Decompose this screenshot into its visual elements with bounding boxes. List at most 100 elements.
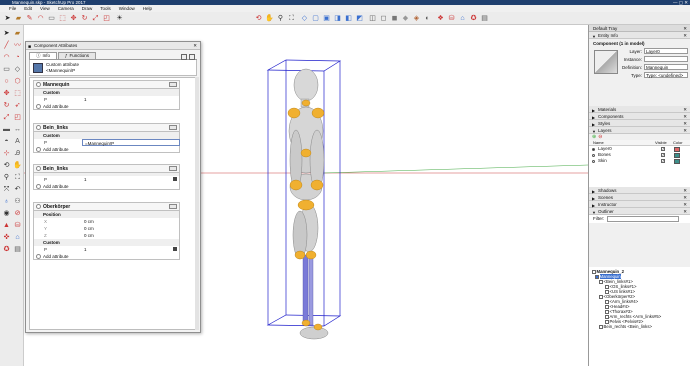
close-icon[interactable]: ✕ (683, 194, 687, 201)
xray-icon[interactable]: ◫ (368, 14, 377, 23)
instructor-header[interactable]: ▶ Instructor ✕ (589, 201, 690, 208)
delete-icon[interactable] (173, 247, 177, 251)
attr-row[interactable]: X 0 cm (33, 218, 180, 225)
pushpull-tool-icon[interactable]: ⬚ (13, 89, 22, 98)
visible-checkbox[interactable]: ✓ (661, 147, 665, 151)
select-arrow-icon[interactable]: ➤ (2, 29, 11, 38)
arc-tool-icon[interactable]: ◠ (2, 53, 11, 62)
outliner-node[interactable]: Bein_rechts <Bein_links> (599, 324, 652, 329)
position-camera-icon[interactable]: ♁ (2, 197, 11, 206)
move-tool-icon[interactable]: ✥ (2, 89, 11, 98)
rotate-icon[interactable]: ↻ (80, 14, 89, 23)
axes-tool-icon[interactable]: ⊹ (2, 149, 11, 158)
attr-value[interactable]: 1 (84, 176, 87, 183)
group-header[interactable]: Mannequin (33, 80, 180, 89)
rotated-rect-tool-icon[interactable]: ◇ (13, 65, 22, 74)
tab-functions[interactable]: ƒ Functions (58, 52, 97, 59)
layer-select[interactable]: Layer0 (644, 48, 688, 54)
front-view-icon[interactable]: ▣ (322, 14, 331, 23)
orbit-tool-icon[interactable]: ⟲ (2, 161, 11, 170)
push-pull-icon[interactable]: ⬚ (58, 14, 67, 23)
pencil-icon[interactable]: ✎ (25, 14, 34, 23)
close-icon[interactable]: ✕ (683, 187, 687, 194)
zoom-extents-icon[interactable]: ⛶ (287, 14, 296, 23)
visible-checkbox[interactable]: ✓ (661, 159, 665, 163)
close-icon[interactable]: ✕ (683, 106, 687, 113)
tray-close-icon[interactable]: ✕ (683, 25, 687, 32)
layer-color-swatch[interactable] (674, 152, 680, 158)
freehand-tool-icon[interactable]: 〰 (13, 41, 22, 50)
panel-close-icon[interactable]: ✕ (193, 42, 197, 50)
rectangle-tool-icon[interactable]: ▭ (2, 65, 11, 74)
ruby-console-icon[interactable]: ▤ (13, 245, 22, 254)
section-plane-icon[interactable]: ⊘ (13, 209, 22, 218)
menu-window[interactable]: Window (118, 5, 136, 12)
close-icon[interactable]: ✕ (683, 32, 687, 39)
menu-tools[interactable]: Tools (99, 5, 112, 12)
layout-icon[interactable]: ▤ (480, 14, 489, 23)
attr-row[interactable]: Z 0 cm (33, 232, 180, 239)
add-attribute-button[interactable]: Add attribute (33, 253, 180, 260)
layer-color-swatch[interactable] (674, 158, 680, 164)
active-layer-radio[interactable] (592, 147, 595, 151)
outliner-tree[interactable]: Mannequin_2 Mannequin <Bein_links#1> <OS… (589, 267, 690, 366)
rotate-tool-icon[interactable]: ↻ (2, 101, 11, 110)
menu-help[interactable]: Help (142, 5, 153, 12)
back-view-icon[interactable]: ◧ (344, 14, 353, 23)
paint-bucket-icon[interactable]: ⛁ (447, 14, 456, 23)
layer-row[interactable]: Skin ✓ (589, 158, 690, 164)
tab-info[interactable]: ⓘ Info (29, 52, 58, 59)
filter-input[interactable] (607, 216, 679, 222)
rectangle-icon[interactable]: ▭ (47, 14, 56, 23)
scale-icon[interactable]: ⤢ (91, 14, 100, 23)
eraser-tool-icon[interactable]: ▰ (13, 29, 22, 38)
group-header[interactable]: Bein_links (33, 123, 180, 132)
pan-tool-icon[interactable]: ✋ (13, 161, 22, 170)
delete-icon[interactable] (173, 177, 177, 181)
shaded-icon[interactable]: ◆ (401, 14, 410, 23)
menu-view[interactable]: View (39, 5, 51, 12)
close-icon[interactable]: ✕ (683, 127, 687, 134)
close-icon[interactable]: ✕ (683, 201, 687, 208)
pan-icon[interactable]: ✋ (265, 14, 274, 23)
group-menu-icon[interactable] (169, 204, 177, 209)
hidden-line-icon[interactable]: ◼ (390, 14, 399, 23)
monochrome-icon[interactable]: ◐ (423, 14, 432, 23)
sandbox-icon[interactable]: ▲ (2, 221, 11, 230)
arc-icon[interactable]: ◠ (36, 14, 45, 23)
textured-icon[interactable]: ◈ (412, 14, 421, 23)
panel-scrollbar[interactable] (195, 77, 199, 330)
offset-icon[interactable]: ◰ (102, 14, 111, 23)
line-tool-icon[interactable]: ╱ (2, 41, 11, 50)
close-icon[interactable]: ✕ (683, 208, 687, 215)
close-icon[interactable]: ✕ (683, 120, 687, 127)
text-tool-icon[interactable]: A (13, 137, 22, 146)
eraser-icon[interactable]: ▰ (14, 14, 23, 23)
group-header[interactable]: Bein_links (33, 164, 180, 173)
layers-header[interactable]: ▼ Layers ✕ (589, 127, 690, 134)
material-swatch[interactable] (594, 50, 618, 74)
styles-header[interactable]: ▶ Styles ✕ (589, 120, 690, 127)
measure-tool-icon[interactable]: ✜ (2, 233, 11, 242)
definition-input[interactable]: Mannequin (644, 64, 688, 70)
menu-file[interactable]: File (8, 5, 17, 12)
close-icon[interactable]: ✕ (683, 113, 687, 120)
attr-value[interactable]: 1 (84, 246, 87, 253)
wireframe-icon[interactable]: ◻ (379, 14, 388, 23)
group-menu-icon[interactable] (169, 82, 177, 87)
polygon-tool-icon[interactable]: ⬡ (13, 77, 22, 86)
visible-checkbox[interactable]: ✓ (661, 153, 665, 157)
circle-tool-icon[interactable]: ○ (2, 77, 11, 86)
type-select[interactable]: Type: <undefined> (644, 72, 688, 78)
active-layer-radio[interactable] (592, 153, 595, 157)
component-icon[interactable]: ❖ (436, 14, 445, 23)
select-tool-icon[interactable]: ➤ (3, 14, 12, 23)
move-icon[interactable]: ✥ (69, 14, 78, 23)
lookaround-tool-icon[interactable]: ◉ (2, 209, 11, 218)
left-view-icon[interactable]: ◩ (355, 14, 364, 23)
warehouse-icon[interactable]: ⌂ (458, 14, 467, 23)
followme-tool-icon[interactable]: ➶ (13, 101, 22, 110)
group-menu-icon[interactable] (169, 125, 177, 130)
group-menu-icon[interactable] (169, 166, 177, 171)
layer-color-swatch[interactable] (674, 146, 680, 152)
